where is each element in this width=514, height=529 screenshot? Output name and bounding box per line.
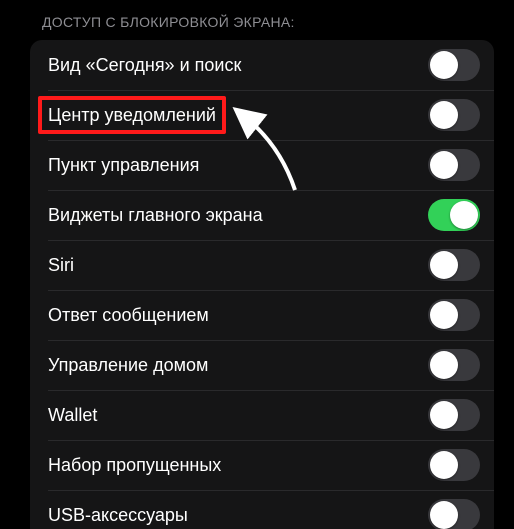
row-home-widgets: Виджеты главного экрана xyxy=(30,190,494,240)
settings-list: Вид «Сегодня» и поиск Центр уведомлений … xyxy=(30,40,494,529)
toggle-missed-calls[interactable] xyxy=(428,449,480,481)
switch-knob xyxy=(430,251,458,279)
row-today-view: Вид «Сегодня» и поиск xyxy=(30,40,494,90)
switch-knob xyxy=(430,51,458,79)
row-control-center: Пункт управления xyxy=(30,140,494,190)
section-header: ДОСТУП С БЛОКИРОВКОЙ ЭКРАНА: xyxy=(30,10,494,40)
toggle-reply-message[interactable] xyxy=(428,299,480,331)
row-siri: Siri xyxy=(30,240,494,290)
toggle-today-view[interactable] xyxy=(428,49,480,81)
row-label: Вид «Сегодня» и поиск xyxy=(48,55,241,76)
toggle-notification-center[interactable] xyxy=(428,99,480,131)
switch-knob xyxy=(430,401,458,429)
switch-knob xyxy=(430,301,458,329)
switch-knob xyxy=(430,451,458,479)
row-wallet: Wallet xyxy=(30,390,494,440)
toggle-usb-accessories[interactable] xyxy=(428,499,480,529)
toggle-control-center[interactable] xyxy=(428,149,480,181)
row-label: Wallet xyxy=(48,405,97,426)
settings-section: ДОСТУП С БЛОКИРОВКОЙ ЭКРАНА: Вид «Сегодн… xyxy=(0,0,514,529)
highlight-annotation: Центр уведомлений xyxy=(38,96,226,134)
switch-knob xyxy=(430,501,458,529)
row-label: USB-аксессуары xyxy=(48,505,188,526)
row-label: Siri xyxy=(48,255,74,276)
toggle-siri[interactable] xyxy=(428,249,480,281)
switch-knob xyxy=(430,101,458,129)
row-label: Центр уведомлений xyxy=(48,105,216,126)
row-missed-calls: Набор пропущенных xyxy=(30,440,494,490)
switch-knob xyxy=(430,351,458,379)
row-label: Ответ сообщением xyxy=(48,305,209,326)
switch-knob xyxy=(450,201,478,229)
toggle-home-widgets[interactable] xyxy=(428,199,480,231)
toggle-home-control[interactable] xyxy=(428,349,480,381)
switch-knob xyxy=(430,151,458,179)
row-label: Набор пропущенных xyxy=(48,455,221,476)
toggle-wallet[interactable] xyxy=(428,399,480,431)
row-notification-center: Центр уведомлений xyxy=(30,90,494,140)
row-reply-message: Ответ сообщением xyxy=(30,290,494,340)
row-label: Пункт управления xyxy=(48,155,199,176)
row-home-control: Управление домом xyxy=(30,340,494,390)
row-usb-accessories: USB-аксессуары xyxy=(30,490,494,529)
row-label: Виджеты главного экрана xyxy=(48,205,263,226)
row-label: Управление домом xyxy=(48,355,208,376)
